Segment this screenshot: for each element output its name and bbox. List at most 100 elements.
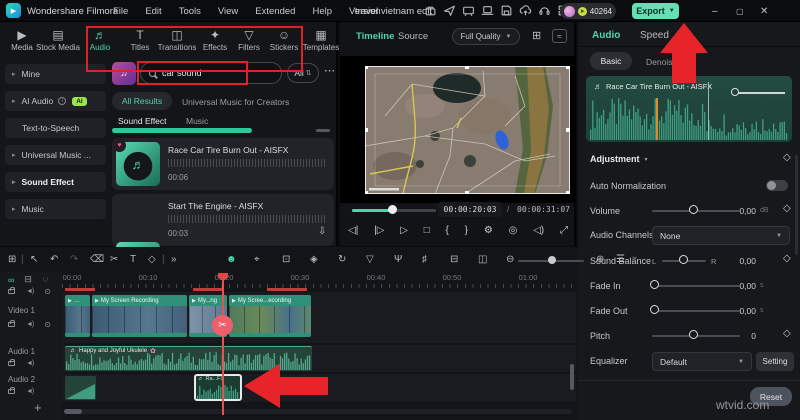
mark-in-button[interactable]: { (446, 225, 449, 236)
keyframe-diamond-icon[interactable]: ◇ (783, 203, 791, 214)
fade-out-value[interactable]: 0,00 (724, 306, 756, 316)
delete-icon[interactable]: ⌫ (90, 254, 104, 265)
lock-icon[interactable] (8, 287, 15, 294)
cloud-upload-icon[interactable] (519, 4, 532, 22)
minimize-button[interactable]: – (712, 0, 718, 22)
playhead-line[interactable] (222, 278, 224, 415)
sidebar-item-ai-audio[interactable]: ▸ AI Audio i AI (5, 91, 106, 111)
equalizer-setting-button[interactable]: Setting (756, 352, 794, 371)
clip-volume-knob[interactable] (731, 88, 739, 96)
download-icon[interactable]: ⇩ (318, 226, 326, 237)
speaker-icon[interactable]: ◄) (26, 288, 34, 295)
ai-portrait-icon[interactable]: ☻ (226, 254, 237, 265)
equalizer-dropdown[interactable]: Default ▼ (652, 352, 752, 371)
menu-extended[interactable]: Extended (255, 6, 295, 17)
sidebar-item-mine[interactable]: ▸ Mine (5, 64, 106, 84)
tab-scroll-indicator[interactable] (112, 128, 252, 133)
fullscreen-button[interactable]: ⤢ (560, 225, 568, 236)
keyframe-icon[interactable]: ◈ (310, 254, 318, 265)
save-icon[interactable] (500, 4, 513, 22)
seek-knob[interactable] (388, 205, 397, 214)
select-tool-icon[interactable]: ↖ (30, 254, 38, 265)
tab-sound-effect[interactable]: Sound Effect (118, 116, 167, 126)
properties-scrollbar[interactable] (795, 155, 798, 255)
playback-settings-button[interactable]: ⚙ (484, 225, 493, 236)
subtab-denoise[interactable]: Denoise (646, 57, 677, 67)
tab-all-results[interactable]: All Results (112, 92, 172, 110)
volume-value[interactable]: 0,00 (724, 206, 756, 216)
text-tool-icon[interactable]: T (130, 254, 136, 265)
lock-icon[interactable] (8, 359, 15, 366)
sidebar-item-music[interactable]: ▸ Music (5, 199, 106, 219)
speed-ramping-icon[interactable]: ⊡ (282, 254, 290, 265)
tab-audio[interactable]: Audio (592, 30, 620, 41)
clip-volume-line[interactable] (737, 92, 785, 94)
support-icon[interactable] (538, 4, 551, 22)
mark-out-button[interactable]: } (465, 225, 468, 236)
play-button[interactable]: ▷ (400, 225, 408, 236)
fade-in-value[interactable]: 0,00 (724, 281, 756, 291)
scopes-icon[interactable]: ≈ (552, 29, 567, 43)
audio-channels-dropdown[interactable]: None ▼ (652, 226, 790, 245)
keyframe-diamond-icon[interactable]: ◇ (783, 152, 791, 163)
previous-frame-button[interactable]: ◁| (348, 225, 358, 236)
filter-all-button[interactable]: All ⇅ (287, 63, 319, 83)
fade-out-knob[interactable] (650, 305, 659, 314)
export-caret-icon[interactable]: ▼ (669, 8, 675, 14)
gift-icon[interactable] (424, 4, 437, 22)
scrollbar-dash[interactable] (316, 129, 330, 132)
quality-dropdown[interactable]: Full Quality ▼ (452, 28, 520, 45)
detach-audio-icon[interactable]: ⊟ (450, 254, 458, 265)
timeline-hscroll-track[interactable] (64, 409, 572, 414)
auto-normalization-toggle[interactable] (766, 180, 788, 191)
sidebar-item-text-to-speech[interactable]: Text-to-Speech (5, 118, 106, 138)
export-button[interactable]: Export ▼ (632, 3, 679, 19)
layout-grid-icon[interactable]: ⊞ (532, 29, 541, 42)
speaker-icon[interactable]: ◄) (26, 360, 34, 367)
adjustment-header[interactable]: Adjustment ▾ (590, 154, 648, 164)
menu-tools[interactable]: Tools (179, 6, 201, 17)
collapse-caret-icon[interactable]: ▾ (645, 156, 648, 163)
tab-music[interactable]: Music (186, 116, 208, 126)
split-scissors-icon[interactable]: ✂ (110, 254, 118, 265)
eye-icon[interactable]: ⊙ (44, 287, 51, 295)
marker-icon[interactable]: ◫ (478, 254, 487, 265)
sidebar-item-universal-music-[interactable]: ▸ Universal Music ... (5, 145, 106, 165)
balance-knob[interactable] (679, 255, 688, 264)
video-frame-map[interactable] (365, 66, 570, 194)
lock-icon[interactable] (8, 320, 15, 327)
favorite-badge[interactable]: ♥ (113, 139, 126, 152)
tab-universal-music[interactable]: Universal Music for Creators (182, 97, 289, 107)
timeline-hscroll-thumb[interactable] (64, 409, 82, 414)
mask-tool-icon[interactable]: ◇ (148, 254, 156, 265)
search-input[interactable]: car sound (140, 62, 282, 84)
volume-knob[interactable] (689, 205, 698, 214)
snapshot-button[interactable]: ◎ (509, 225, 518, 236)
laptop-icon[interactable] (481, 4, 494, 22)
zoom-in-icon[interactable]: ⊕ (596, 254, 604, 265)
mask-icon[interactable]: ▽ (366, 254, 374, 265)
track-height-caret[interactable]: ▾ (632, 254, 637, 265)
audio-mixer-icon[interactable]: ♯ (422, 254, 427, 265)
fade-in-knob[interactable] (650, 280, 659, 289)
stop-button[interactable]: □ (424, 225, 430, 236)
pitch-knob[interactable] (689, 330, 698, 339)
tab-timeline[interactable]: Timeline (356, 31, 394, 42)
lock-icon[interactable] (8, 387, 15, 394)
playhead-split-button[interactable]: ✂ (212, 315, 233, 336)
zoom-out-icon[interactable]: ⊖ (506, 254, 514, 265)
timeline-zoom-knob[interactable] (548, 256, 556, 264)
rotate-icon[interactable]: ↻ (338, 254, 346, 265)
eye-icon[interactable]: ⊙ (44, 320, 51, 329)
panel-icon[interactable] (462, 4, 475, 22)
next-frame-button[interactable]: |▷ (374, 225, 384, 236)
speaker-icon[interactable]: ◄) (26, 388, 34, 395)
keyframe-diamond-icon[interactable]: ◇ (783, 253, 791, 264)
my-audio-button[interactable]: ♫ (112, 62, 136, 85)
menu-view[interactable]: View (218, 6, 238, 17)
timeline-vscroll-thumb[interactable] (570, 364, 574, 390)
menu-file[interactable]: File (113, 6, 128, 17)
share-icon[interactable] (443, 4, 456, 22)
add-track-button[interactable]: + (34, 400, 42, 415)
tab-speed[interactable]: Speed (640, 30, 669, 41)
